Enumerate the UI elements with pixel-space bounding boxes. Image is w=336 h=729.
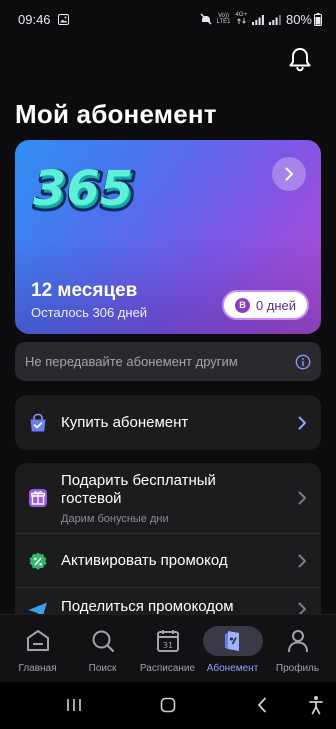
actions-list: Подарить бесплатный гостевой Дарим бонус…: [15, 463, 321, 614]
bonus-days-pill[interactable]: B 0 дней: [224, 292, 307, 318]
network-arrows-icon: [236, 18, 246, 24]
home-icon: [26, 630, 49, 651]
status-left: 09:46: [18, 12, 69, 27]
accessibility-icon[interactable]: [308, 695, 324, 715]
signal-icon: [251, 14, 264, 25]
bell-icon: [289, 48, 311, 72]
svg-text:365: 365: [33, 161, 133, 217]
bonus-days-text: 0 дней: [255, 297, 297, 313]
buy-section: Купить абонемент: [15, 395, 321, 450]
info-icon[interactable]: [295, 354, 311, 370]
bonus-badge: B: [234, 297, 250, 313]
network-indicator: 4G+: [235, 12, 247, 26]
chevron-right-icon: [298, 491, 306, 505]
subscription-card[interactable]: 365 365 12 месяцев Осталось 306 дней B 0…: [15, 140, 321, 334]
calendar-icon: 31: [156, 630, 179, 652]
tab-home-label: Главная: [18, 663, 57, 674]
promo-badge-icon: [29, 552, 47, 570]
membership-card-icon: [224, 631, 239, 651]
status-bar: 09:46 Vo)) LTE1 4G+ 80%: [0, 0, 336, 38]
volte-indicator: Vo)) LTE1: [216, 13, 231, 25]
bottom-tab-bar: Главная Поиск 31 Расписание Абонемент Пр…: [0, 614, 336, 682]
gift-icon: [29, 489, 47, 507]
gift-guest-pass-subtitle: Дарим бонусные дни: [61, 512, 169, 525]
tab-membership-label: Абонемент: [206, 663, 259, 674]
gift-guest-pass-item[interactable]: Подарить бесплатный гостевой Дарим бонус…: [15, 463, 321, 533]
chevron-right-icon: [298, 554, 306, 567]
page-title: Мой абонемент: [15, 99, 217, 129]
status-time: 09:46: [18, 11, 51, 27]
system-nav-bar: [0, 682, 336, 729]
send-icon: [28, 602, 47, 614]
tab-profile-label: Профиль: [275, 663, 320, 674]
subscription-term: 12 месяцев: [31, 280, 138, 301]
tab-schedule-label: Расписание: [139, 663, 196, 674]
tab-search-label: Поиск: [88, 663, 117, 674]
chevron-right-icon: [285, 167, 293, 181]
gallery-notification-icon: [57, 13, 69, 25]
profile-icon: [287, 630, 308, 653]
battery-icon: [314, 12, 322, 26]
notifications-button[interactable]: [285, 44, 315, 74]
gift-guest-pass-label: Подарить бесплатный гостевой: [61, 471, 216, 507]
card-open-button[interactable]: [272, 157, 306, 191]
recent-apps-icon[interactable]: [66, 698, 82, 712]
buy-subscription-button[interactable]: Купить абонемент: [15, 395, 321, 450]
battery-status: 80%: [286, 12, 322, 27]
tab-profile[interactable]: Профиль: [264, 615, 331, 683]
buy-subscription-label: Купить абонемент: [61, 413, 189, 431]
activate-promo-item[interactable]: Активировать промокод: [15, 534, 321, 587]
share-promo-label: Поделиться промокодом: [61, 598, 234, 614]
home-nav-icon[interactable]: [160, 697, 176, 713]
tab-membership[interactable]: Абонемент: [199, 615, 266, 683]
notice-text: Не передавайте абонемент другим: [25, 354, 238, 369]
tab-search[interactable]: Поиск: [69, 615, 136, 683]
days-remaining: Осталось 306 дней: [31, 305, 148, 320]
battery-percent: 80%: [285, 11, 312, 27]
logo-365: 365 365: [32, 161, 138, 222]
share-promo-item[interactable]: Поделиться промокодом: [15, 588, 321, 614]
chevron-right-icon: [298, 602, 306, 614]
signal-icon-2: [268, 14, 281, 25]
back-icon[interactable]: [256, 697, 268, 713]
search-icon: [92, 630, 114, 653]
notice-banner: Не передавайте абонемент другим: [15, 342, 321, 381]
mute-icon: [200, 13, 212, 25]
tab-schedule[interactable]: 31 Расписание: [134, 615, 201, 683]
svg-text:31: 31: [162, 641, 172, 650]
activate-promo-label: Активировать промокод: [61, 551, 228, 569]
shopping-bag-icon: [30, 413, 46, 431]
status-right: Vo)) LTE1 4G+ 80%: [200, 12, 322, 27]
chevron-right-icon: [298, 416, 306, 429]
tab-home[interactable]: Главная: [4, 615, 71, 683]
